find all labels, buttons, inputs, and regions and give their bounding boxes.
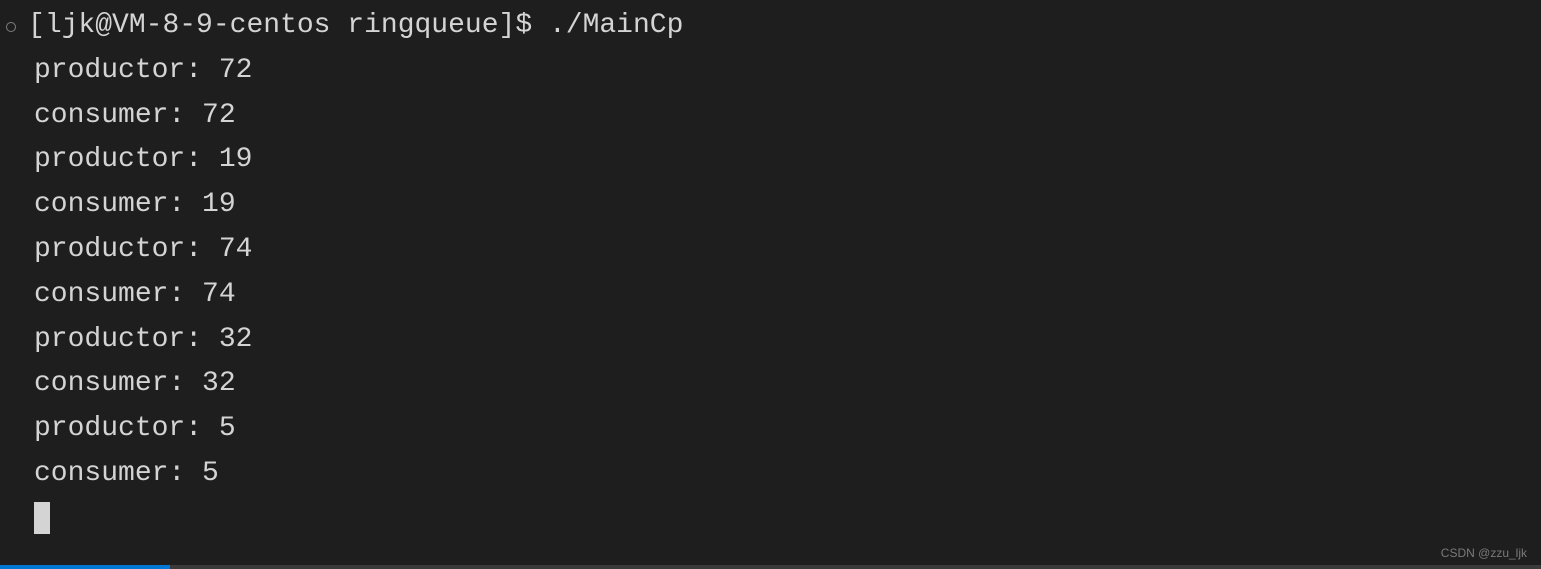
output-line: consumer: 5 (6, 452, 1541, 497)
output-line: productor: 19 (6, 138, 1541, 183)
bullet-icon (6, 22, 16, 32)
scrollbar-track[interactable] (0, 565, 1541, 569)
output-line: productor: 5 (6, 407, 1541, 452)
output-line: productor: 74 (6, 228, 1541, 273)
output-line: consumer: 19 (6, 183, 1541, 228)
prompt-line: [ljk@VM-8-9-centos ringqueue]$ ./MainCp (6, 4, 1541, 49)
terminal-output: productor: 72consumer: 72productor: 19co… (6, 49, 1541, 497)
prompt-host: VM-8-9-centos (112, 10, 330, 41)
prompt-symbol: $ (515, 10, 532, 41)
prompt-command: ./MainCp (549, 10, 683, 41)
prompt-dir: ringqueue (347, 10, 498, 41)
output-line: productor: 32 (6, 318, 1541, 363)
prompt-user: ljk (45, 10, 95, 41)
output-line: consumer: 32 (6, 362, 1541, 407)
shell-prompt: [ljk@VM-8-9-centos ringqueue]$ ./MainCp (28, 4, 683, 49)
cursor-icon (34, 502, 50, 534)
output-line: consumer: 72 (6, 94, 1541, 139)
scrollbar-thumb[interactable] (0, 565, 170, 569)
terminal-window[interactable]: [ljk@VM-8-9-centos ringqueue]$ ./MainCp … (0, 0, 1541, 542)
output-line: consumer: 74 (6, 273, 1541, 318)
output-line: productor: 72 (6, 49, 1541, 94)
watermark-text: CSDN @zzu_ljk (1441, 544, 1527, 563)
